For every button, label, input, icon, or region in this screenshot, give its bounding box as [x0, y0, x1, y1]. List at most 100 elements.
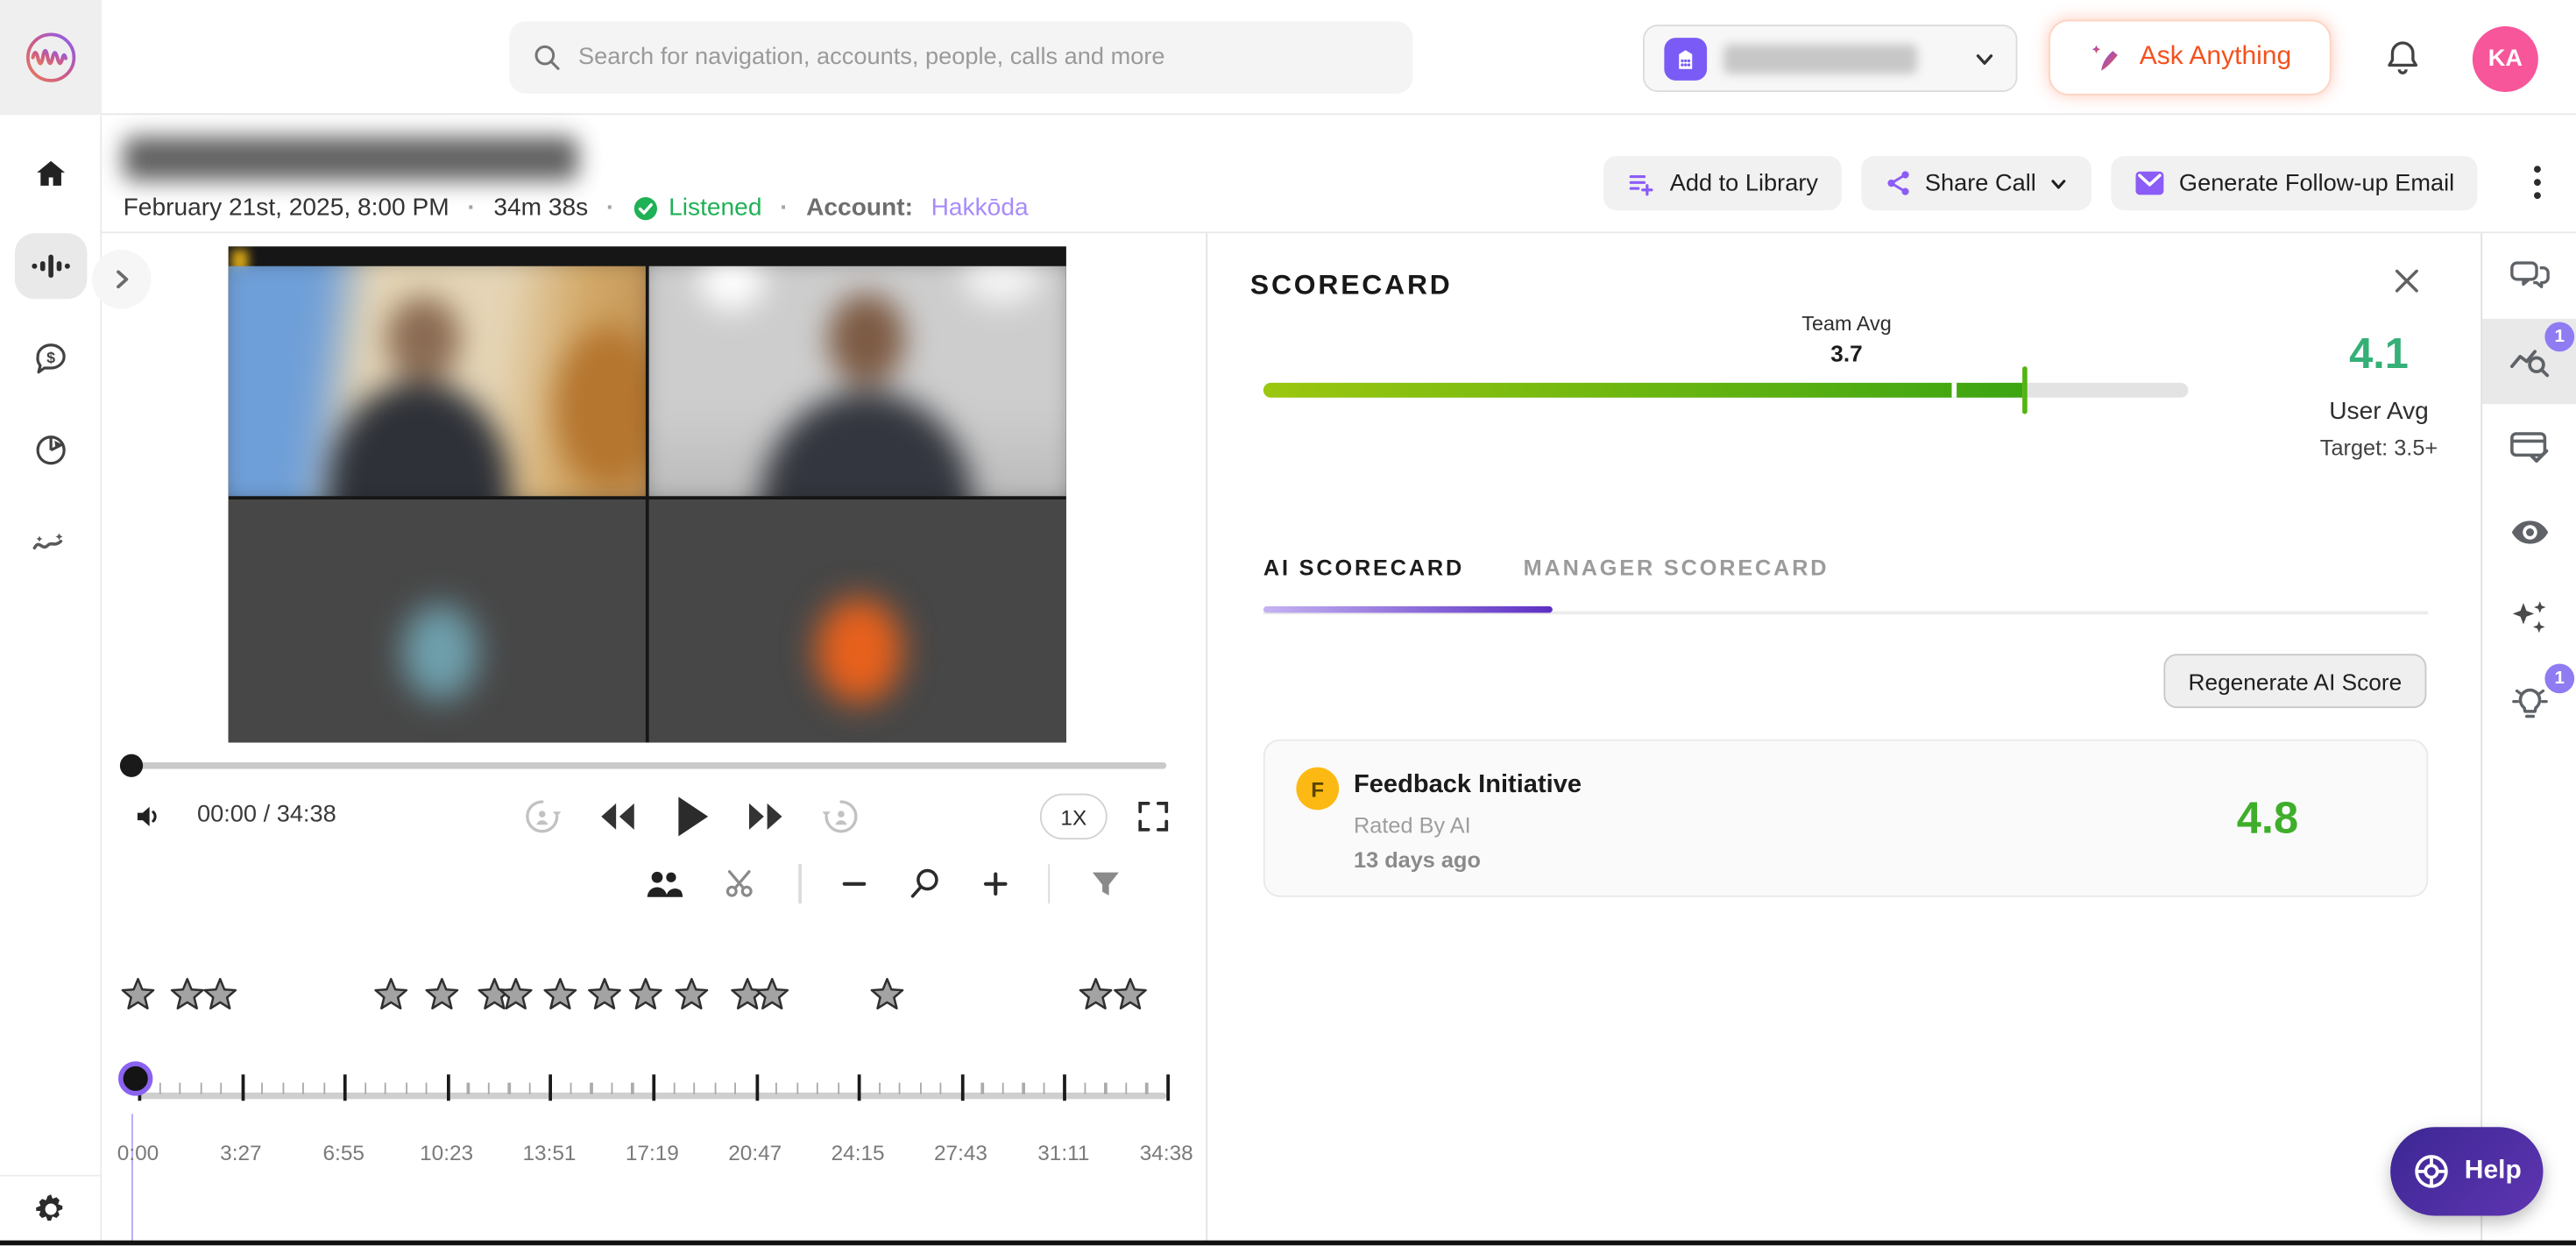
ruler-minor-tick [1084, 1083, 1086, 1094]
sidebar-item-call-analysis[interactable]: 1 [2482, 319, 2576, 405]
chevron-right-icon [110, 268, 133, 291]
search-input[interactable] [578, 45, 1390, 71]
volume-icon[interactable] [131, 798, 167, 834]
deal-chat-dollar-icon: $ [31, 338, 70, 378]
ruler-minor-tick [323, 1083, 325, 1094]
play-button-icon[interactable] [672, 794, 711, 840]
speakers-button[interactable] [644, 867, 683, 901]
participant-avatar-blur [402, 605, 478, 700]
card-check-icon [2509, 428, 2551, 464]
ruler-major-tick [960, 1074, 964, 1101]
ruler-minor-tick [940, 1083, 942, 1094]
app-logo[interactable] [0, 0, 102, 115]
ruler-minor-tick [406, 1083, 407, 1094]
scissors-icon [723, 866, 759, 902]
playback-speed-button[interactable]: 1X [1040, 794, 1108, 840]
fullscreen-icon[interactable] [1137, 800, 1171, 833]
generate-followup-email-button[interactable]: Generate Follow-up Email [2112, 156, 2477, 210]
zoom-reset-button[interactable] [906, 866, 942, 902]
sidebar-item-insights[interactable]: 1 [2482, 661, 2576, 747]
timeline-star-marker[interactable] [672, 976, 710, 1014]
toolbar-divider [798, 864, 801, 903]
timeline-star-marker[interactable] [868, 976, 906, 1014]
timeline-star-marker[interactable] [1077, 976, 1115, 1014]
sidebar-item-insights[interactable] [14, 509, 87, 575]
zoom-in-button[interactable] [981, 871, 1008, 897]
chevron-down-icon [2049, 173, 2070, 194]
account-link[interactable]: Hakkōda [931, 194, 1029, 222]
timeline-star-marker[interactable] [1111, 976, 1149, 1014]
ruler-major-tick [343, 1074, 347, 1101]
seek-bar[interactable] [124, 762, 1167, 769]
timeline-time-label: 13:51 [522, 1140, 576, 1165]
close-icon[interactable] [2392, 266, 2422, 296]
timeline-playhead[interactable] [117, 1061, 152, 1095]
seek-knob[interactable] [120, 754, 143, 777]
sidebar-item-dashboard[interactable] [14, 417, 87, 483]
zoom-out-button[interactable] [840, 871, 867, 897]
ruler-minor-tick [1146, 1083, 1148, 1094]
user-avg-score: 4.1 [2272, 329, 2486, 379]
timeline-star-marker[interactable] [423, 976, 461, 1014]
sidebar-item-ai-highlights[interactable] [2482, 575, 2576, 661]
tab-manager-scorecard[interactable]: MANAGER SCORECARD [1524, 556, 1829, 606]
snippet-button[interactable] [723, 866, 759, 902]
sidebar-item-deals[interactable]: $ [14, 325, 87, 391]
sidebar-item-comments[interactable] [2482, 233, 2576, 319]
timeline-star-marker[interactable] [627, 976, 665, 1014]
minus-icon [840, 871, 867, 897]
help-button[interactable]: Help [2390, 1127, 2543, 1215]
notifications-bell-icon[interactable] [2382, 38, 2424, 79]
org-selector-dropdown[interactable] [1643, 25, 2018, 92]
regenerate-ai-score-button[interactable]: Regenerate AI Score [2163, 654, 2426, 708]
trend-search-icon [2509, 342, 2551, 381]
global-search[interactable] [509, 21, 1412, 94]
right-sidebar: 1 [2480, 233, 2576, 1240]
filter-funnel-icon [1089, 867, 1122, 901]
call-title-redacted [124, 137, 578, 181]
skip-back-speaker-icon[interactable] [520, 796, 563, 839]
rewind-icon[interactable] [598, 800, 638, 833]
timeline-time-label: 10:23 [420, 1140, 473, 1165]
expand-panel-button[interactable] [92, 250, 152, 309]
playhead-line [131, 1114, 133, 1245]
ruler-minor-tick [508, 1083, 510, 1094]
user-avatar[interactable]: KA [2473, 26, 2538, 92]
timeline-star-marker[interactable] [372, 976, 410, 1014]
scorecard-item-card[interactable]: F Feedback Initiative Rated By AI 13 day… [1263, 740, 2428, 897]
timeline-star-marker[interactable] [754, 976, 791, 1014]
timeline-star-marker[interactable] [202, 976, 239, 1014]
check-circle-icon [633, 195, 659, 221]
team-avg-divider [1951, 383, 1957, 398]
lightbulb-icon [2507, 682, 2553, 725]
skip-forward-speaker-icon[interactable] [820, 796, 863, 839]
timeline-star-marker[interactable] [541, 976, 578, 1014]
sidebar-item-calls[interactable] [14, 233, 87, 299]
sidebar-item-visibility[interactable] [2482, 490, 2576, 576]
score-progress-fill [1263, 383, 2022, 398]
timeline-star-marker[interactable] [118, 976, 156, 1014]
sidebar-item-scorecard[interactable] [2482, 404, 2576, 490]
timeline-star-marker[interactable] [585, 976, 623, 1014]
more-options-kebab[interactable] [2520, 154, 2553, 210]
toolbar-divider [1047, 864, 1050, 903]
tab-ai-scorecard[interactable]: AI SCORECARD [1263, 556, 1464, 606]
settings-gear-icon[interactable] [31, 1189, 70, 1228]
filter-button[interactable] [1089, 867, 1122, 901]
ruler-minor-tick [200, 1083, 202, 1094]
fast-forward-icon[interactable] [746, 800, 785, 833]
ruler-minor-tick [179, 1083, 180, 1094]
share-call-button[interactable]: Share Call [1861, 156, 2092, 210]
ruler-minor-tick [981, 1083, 983, 1094]
account-label: Account: [806, 194, 913, 222]
sidebar-item-home[interactable] [14, 141, 87, 207]
ask-anything-button[interactable]: Ask Anything [2049, 20, 2332, 96]
add-to-library-button[interactable]: Add to Library [1604, 156, 1842, 210]
svg-text:$: $ [46, 349, 54, 366]
magnifier-icon [906, 866, 942, 902]
timeline-time-label: 20:47 [728, 1140, 782, 1165]
timeline-star-marker[interactable] [497, 976, 534, 1014]
video-preview[interactable] [229, 246, 1066, 742]
timeline-star-marker[interactable] [168, 976, 206, 1014]
timeline-ruler[interactable] [138, 1074, 1167, 1108]
